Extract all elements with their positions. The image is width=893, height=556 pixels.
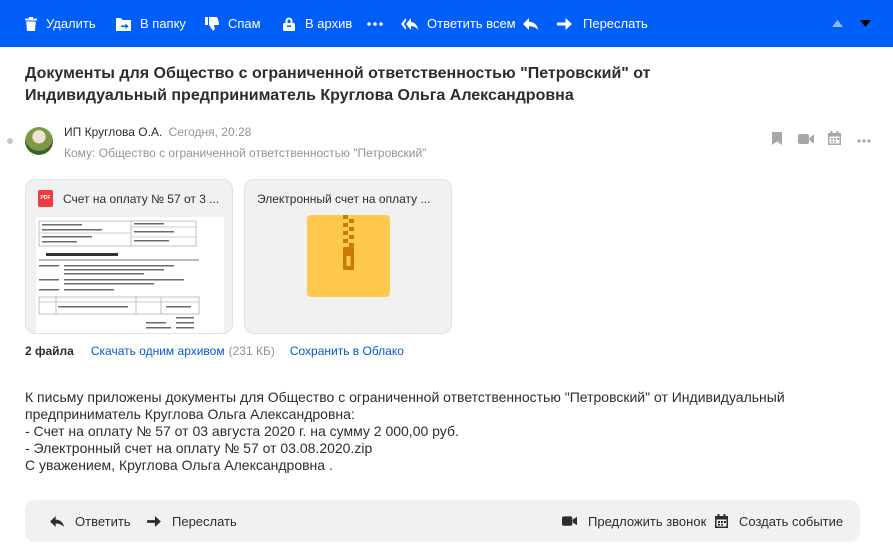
move-to-folder-icon bbox=[116, 17, 131, 31]
body-line: К письму приложены документы для Обществ… bbox=[25, 389, 785, 405]
video-camera-icon bbox=[562, 516, 577, 526]
recipient-name[interactable]: Общество с ограниченной ответственностью… bbox=[99, 146, 427, 160]
video-camera-icon bbox=[798, 134, 814, 144]
bookmark-button[interactable] bbox=[772, 132, 782, 145]
suggest-call-button[interactable]: Предложить звонок bbox=[562, 500, 706, 542]
attachment-title: Электронный счет на оплату ... bbox=[257, 192, 431, 206]
archive-label: В архив bbox=[305, 16, 353, 31]
prev-message-button[interactable] bbox=[832, 0, 843, 47]
reply-all-button[interactable]: Ответить всем bbox=[401, 0, 516, 47]
bookmark-icon bbox=[772, 132, 782, 145]
body-line: - Счет на оплату № 57 от 03 августа 2020… bbox=[25, 423, 459, 439]
calendar-icon bbox=[828, 131, 841, 145]
forward-label: Переслать bbox=[583, 16, 648, 31]
archive-lock-icon bbox=[283, 17, 295, 31]
reply-all-label: Ответить всем bbox=[427, 16, 516, 31]
attachment-zip[interactable]: Электронный счет на оплату ... bbox=[244, 179, 452, 334]
chevron-down-icon bbox=[860, 20, 871, 27]
delete-button[interactable]: Удалить bbox=[25, 0, 96, 47]
spam-button[interactable]: Спам bbox=[205, 0, 261, 47]
message-body: К письму приложены документы для Обществ… bbox=[25, 389, 845, 474]
move-to-folder-button[interactable]: В папку bbox=[116, 0, 186, 47]
body-line: С уважением, Круглова Ольга Александровн… bbox=[25, 457, 333, 473]
save-to-cloud-link[interactable]: Сохранить в Облако bbox=[290, 344, 404, 358]
video-call-button[interactable] bbox=[798, 134, 814, 144]
document-preview bbox=[36, 217, 224, 333]
message-subject: Документы для Общество с ограниченной от… bbox=[25, 65, 651, 104]
archive-size: (231 КБ) bbox=[228, 344, 275, 358]
invoice-thumbnail-icon bbox=[38, 220, 200, 329]
unread-dot[interactable] bbox=[7, 138, 13, 144]
more-button[interactable] bbox=[367, 0, 383, 47]
calendar-icon bbox=[715, 514, 728, 528]
message-time: Сегодня, 20:28 bbox=[168, 125, 252, 139]
attachment-title: Счет на оплату № 57 от 3 ... bbox=[63, 192, 220, 206]
forward-button[interactable]: Переслать bbox=[557, 0, 648, 47]
next-message-button[interactable] bbox=[860, 0, 871, 47]
calendar-button[interactable] bbox=[828, 131, 841, 145]
create-event-label: Создать событие bbox=[739, 513, 844, 529]
move-label: В папку bbox=[140, 16, 186, 31]
reply-all-icon bbox=[401, 17, 418, 30]
zipper-icon bbox=[343, 215, 354, 270]
create-event-button[interactable]: Создать событие bbox=[715, 500, 843, 542]
message-more-button[interactable] bbox=[857, 139, 871, 143]
body-line: - Электронный счет на оплату № 57 от 03.… bbox=[25, 440, 373, 456]
files-count: 2 файла bbox=[25, 344, 74, 358]
forward-arrow-icon bbox=[147, 515, 161, 527]
sender-name[interactable]: ИП Круглова О.А. bbox=[64, 125, 162, 139]
suggest-call-label: Предложить звонок bbox=[588, 513, 707, 529]
more-dots-icon bbox=[857, 139, 871, 143]
trash-icon bbox=[25, 16, 37, 31]
toolbar: Удалить В папку Спам В архив Ответить вс… bbox=[0, 0, 893, 47]
pdf-icon: PDF bbox=[38, 190, 53, 207]
recipient-line: Кому: Общество с ограниченной ответствен… bbox=[64, 146, 426, 160]
attachments-footer: 2 файла Скачать одним архивом (231 КБ) С… bbox=[25, 344, 404, 358]
avatar[interactable] bbox=[25, 127, 53, 155]
delete-label: Удалить bbox=[46, 16, 96, 31]
forward-bottom-button[interactable]: Переслать bbox=[147, 500, 237, 542]
forward-label: Переслать bbox=[172, 513, 237, 529]
download-archive-link[interactable]: Скачать одним архивом bbox=[91, 344, 225, 358]
spam-label: Спам bbox=[228, 16, 261, 31]
reply-icon bbox=[523, 17, 538, 30]
more-dots-icon bbox=[367, 21, 383, 26]
forward-arrow-icon bbox=[557, 17, 572, 30]
attachment-pdf[interactable]: PDF Счет на оплату № 57 от 3 ... bbox=[25, 179, 233, 334]
reply-icon bbox=[50, 515, 64, 527]
reply-button[interactable] bbox=[523, 0, 538, 47]
archive-button[interactable]: В архив bbox=[282, 0, 352, 47]
reply-bottom-button[interactable]: Ответить bbox=[50, 500, 131, 542]
body-line: предприниматель Круглова Ольга Александр… bbox=[25, 406, 355, 422]
sender-line: ИП Круглова О.А. Сегодня, 20:28 bbox=[64, 125, 251, 139]
recipient-prefix: Кому: bbox=[64, 146, 96, 160]
zip-archive-icon bbox=[307, 215, 390, 297]
bottom-action-bar: Ответить Переслать Предложить звонок Соз… bbox=[25, 500, 860, 542]
chevron-up-icon bbox=[832, 20, 843, 27]
reply-label: Ответить bbox=[75, 513, 131, 529]
thumbs-down-icon bbox=[205, 16, 219, 31]
